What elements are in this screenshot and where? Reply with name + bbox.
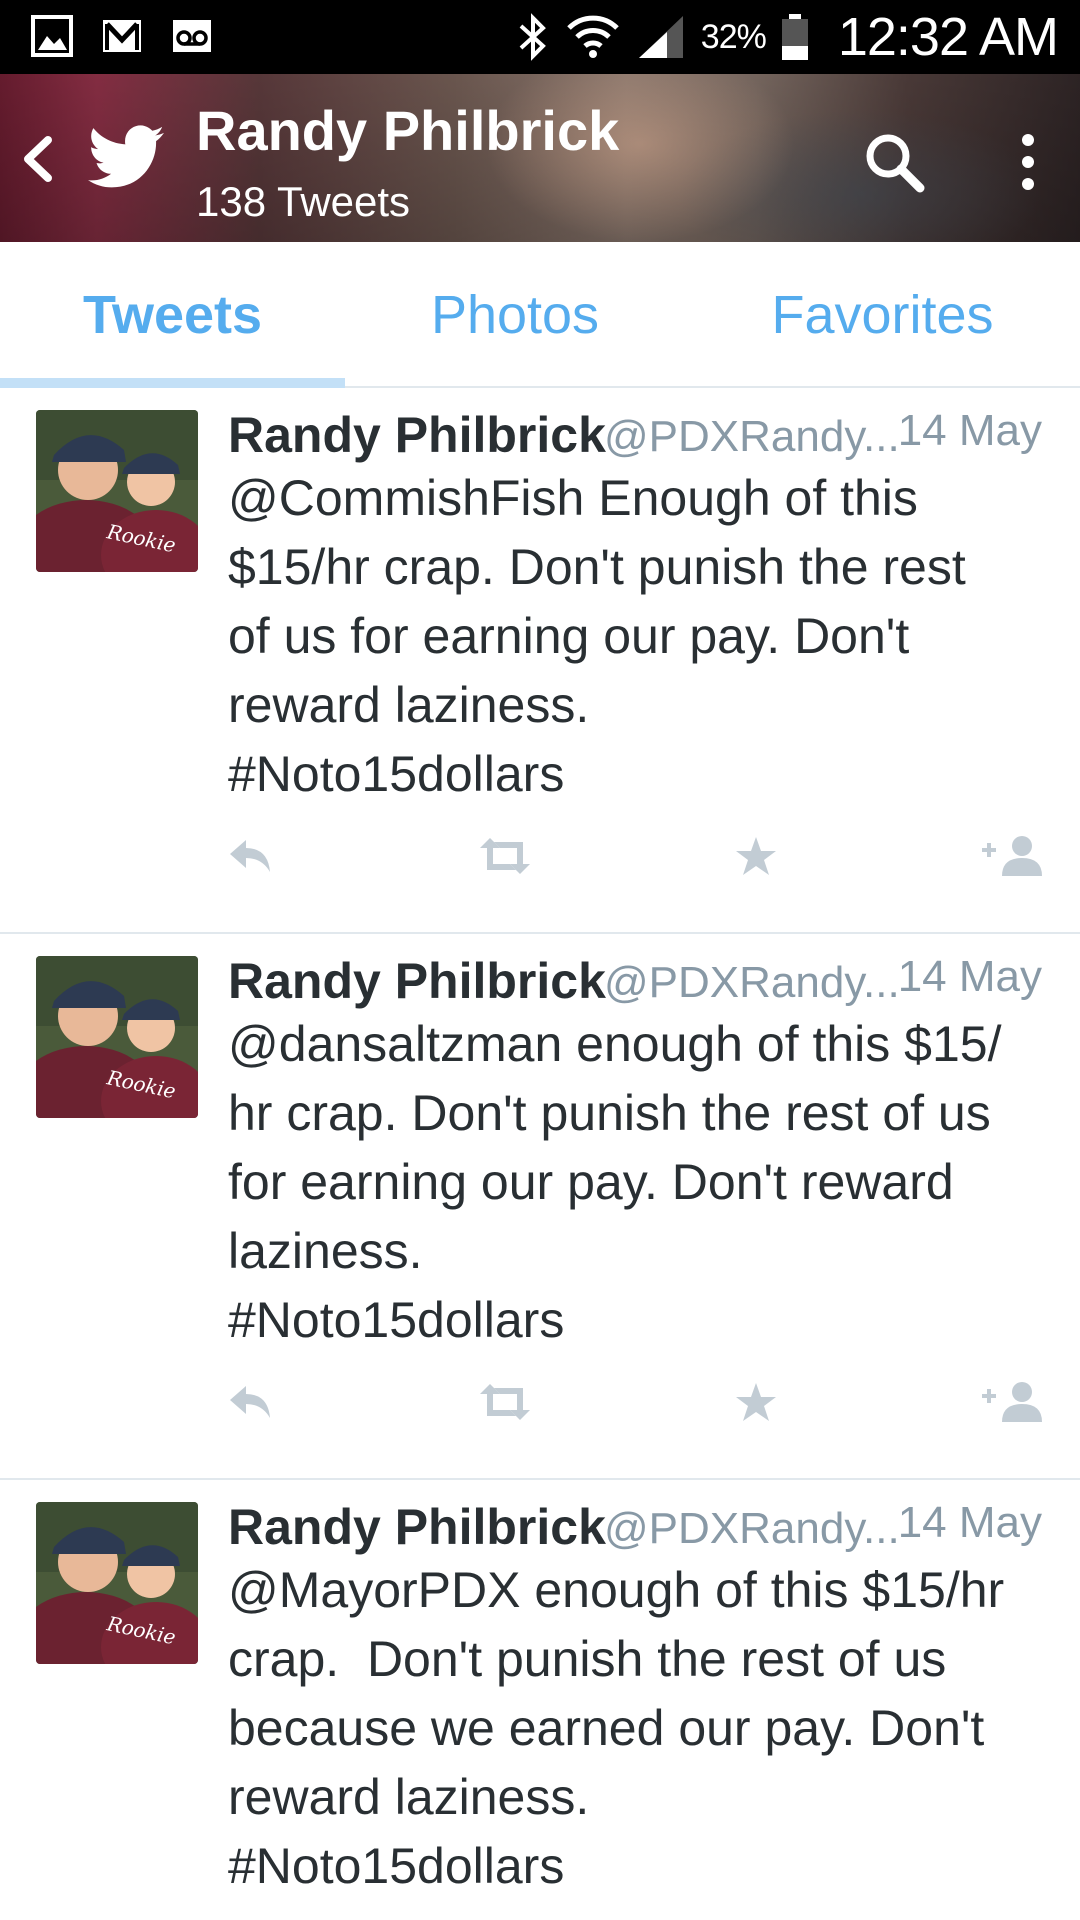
favorite-icon[interactable] — [734, 826, 778, 886]
tweet-date: 14 May — [897, 952, 1042, 1001]
active-tab-indicator — [0, 378, 345, 388]
bluetooth-icon — [519, 13, 546, 61]
tweet-author-name[interactable]: Randy Philbrick — [228, 952, 606, 1010]
tweet-text: @MayorPDX enough of this $15/hr crap. Do… — [228, 1562, 1005, 1894]
tweet-text: @dansaltzman enough of this $15/ hr crap… — [228, 1016, 1002, 1348]
tweet-author-name[interactable]: Randy Philbrick — [228, 1498, 606, 1556]
profile-name: Randy Philbrick — [196, 99, 620, 162]
profile-tabs: Tweets Photos Favorites — [0, 242, 1080, 388]
reply-icon[interactable] — [228, 826, 274, 886]
tweet-date: 14 May — [897, 406, 1042, 455]
profile-header: Randy Philbrick 138 Tweets — [0, 74, 1080, 242]
signal-icon — [638, 16, 683, 58]
wifi-icon — [567, 15, 619, 58]
avatar[interactable]: Rookie — [36, 956, 198, 1118]
retweet-icon[interactable] — [476, 826, 534, 886]
voicemail-icon — [173, 20, 211, 52]
tab-photos[interactable]: Photos — [345, 242, 685, 388]
retweet-icon[interactable] — [476, 1372, 534, 1432]
tweet-feed[interactable]: Rookie Randy Philbrick @PDXRandy... 14 M… — [0, 388, 1080, 1920]
avatar[interactable]: Rookie — [36, 410, 198, 572]
clock: 12:32 AM — [837, 7, 1059, 67]
tweet-text: @CommishFish Enough of this $15/hr crap.… — [228, 470, 966, 802]
reply-icon[interactable] — [228, 1372, 274, 1432]
follow-icon[interactable] — [980, 1372, 1044, 1432]
tweet-header: Randy Philbrick @PDXRandy... 14 May — [228, 952, 1048, 1016]
tweet-author-handle[interactable]: @PDXRandy... — [604, 1504, 900, 1554]
overflow-menu-icon[interactable] — [1010, 126, 1046, 198]
tweet-author-handle[interactable]: @PDXRandy... — [604, 412, 900, 462]
tweet-author-handle[interactable]: @PDXRandy... — [604, 958, 900, 1008]
tweet-header: Randy Philbrick @PDXRandy... 14 May — [228, 1498, 1048, 1562]
favorite-icon[interactable] — [734, 1372, 778, 1432]
tab-favorites[interactable]: Favorites — [685, 242, 1080, 388]
search-icon[interactable] — [858, 126, 930, 198]
tweet-author-name[interactable]: Randy Philbrick — [228, 406, 606, 464]
tweet-actions — [228, 826, 1048, 886]
twitter-bird-icon[interactable] — [88, 124, 164, 190]
avatar[interactable]: Rookie — [36, 1502, 198, 1664]
gmail-icon — [103, 20, 141, 52]
back-icon[interactable] — [16, 132, 60, 186]
notification-icons — [30, 14, 214, 58]
tweet-header: Randy Philbrick @PDXRandy... 14 May — [228, 406, 1048, 470]
tweet-count: 138 Tweets — [196, 178, 411, 225]
tab-tweets[interactable]: Tweets — [0, 242, 345, 388]
status-bar: 32% 12:32 AM — [0, 0, 1080, 74]
system-tray: 32% 12:32 AM — [515, 0, 1059, 74]
battery-percent: 32% — [700, 17, 767, 56]
tweet-actions — [228, 1372, 1048, 1432]
tweet-item[interactable]: Rookie Randy Philbrick @PDXRandy... 14 M… — [0, 1480, 1080, 1920]
follow-icon[interactable] — [980, 826, 1044, 886]
tweet-date: 14 May — [897, 1498, 1042, 1547]
tweet-item[interactable]: Rookie Randy Philbrick @PDXRandy... 14 M… — [0, 934, 1080, 1480]
gallery-icon — [31, 15, 73, 57]
battery-icon — [781, 14, 808, 60]
tweet-item[interactable]: Rookie Randy Philbrick @PDXRandy... 14 M… — [0, 388, 1080, 934]
